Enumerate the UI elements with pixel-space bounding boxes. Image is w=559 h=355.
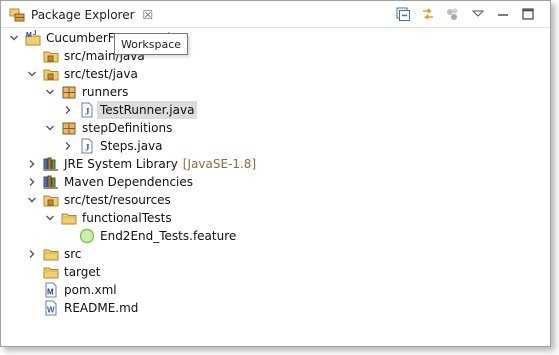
view-title: Package Explorer xyxy=(31,7,135,22)
tree-item-label: functionalTests xyxy=(82,211,172,225)
workspace-tooltip: Workspace xyxy=(114,33,188,55)
svg-text:J: J xyxy=(33,31,36,37)
collapsed-chevron-icon[interactable] xyxy=(25,173,39,191)
view-menu-triangle-icon[interactable] xyxy=(470,6,486,22)
collapsed-chevron-icon[interactable] xyxy=(61,101,75,119)
expanded-chevron-icon[interactable] xyxy=(25,65,39,83)
text-file-icon: W xyxy=(43,300,59,316)
java-file-icon: J xyxy=(79,102,95,118)
feature-file-icon xyxy=(79,228,95,244)
tree-item-testrunner-java[interactable]: J TestRunner.java xyxy=(61,101,198,119)
folder-icon xyxy=(43,264,59,280)
link-with-editor-icon[interactable] xyxy=(420,6,436,22)
tree-item-pom-xml[interactable]: M pom.xml xyxy=(25,281,117,299)
package-explorer-view: Package Explorer ☒ M J CucumberFramework… xyxy=(0,0,551,347)
svg-text:J: J xyxy=(85,107,90,117)
collapsed-chevron-icon[interactable] xyxy=(25,155,39,173)
tree-item-label: README.md xyxy=(64,301,139,315)
tree-item-label: TestRunner.java xyxy=(97,101,198,119)
folder-icon xyxy=(61,210,77,226)
tree-item-maven-dependencies[interactable]: Maven Dependencies xyxy=(25,173,193,191)
tree-item-src-test-java[interactable]: src/test/java xyxy=(25,65,138,83)
tree-item-label: src xyxy=(64,247,82,261)
package-icon xyxy=(61,120,77,136)
tree-item-label: Steps.java xyxy=(100,139,163,153)
collapsed-chevron-icon[interactable] xyxy=(61,137,75,155)
tree-item-src[interactable]: src xyxy=(25,245,82,263)
tree-item-label: stepDefinitions xyxy=(82,121,173,135)
svg-text:M: M xyxy=(47,288,54,297)
tree-item-readme-md[interactable]: W README.md xyxy=(25,299,138,317)
view-toolbar xyxy=(395,5,536,23)
java-file-icon: J xyxy=(79,138,95,154)
maven-project-icon: M J xyxy=(25,30,41,46)
svg-text:W: W xyxy=(47,306,55,315)
tab-package-explorer[interactable]: Package Explorer ☒ xyxy=(3,3,153,26)
package-explorer-icon xyxy=(9,7,25,23)
source-folder-icon xyxy=(43,66,59,82)
tree-item-label: End2End_Tests.feature xyxy=(100,229,237,243)
tree-item-end2end-feature[interactable]: End2End_Tests.feature xyxy=(61,227,236,245)
collapsed-chevron-icon[interactable] xyxy=(25,245,39,263)
tree-item-label: src/test/java xyxy=(64,67,138,81)
expanded-chevron-icon[interactable] xyxy=(25,191,39,209)
tree-item-stepdefinitions[interactable]: stepDefinitions xyxy=(43,119,172,137)
library-icon xyxy=(43,174,59,190)
tree-item-label: runners xyxy=(82,85,129,99)
view-menu-dots-icon[interactable] xyxy=(445,6,461,22)
view-tab-bar: Package Explorer ☒ xyxy=(1,1,550,28)
tree-item-src-test-resources[interactable]: src/test/resources xyxy=(25,191,171,209)
tree-item-functionaltests[interactable]: functionalTests xyxy=(43,209,172,227)
tree-item-label: pom.xml xyxy=(64,283,117,297)
expanded-chevron-icon[interactable] xyxy=(43,83,57,101)
maximize-icon[interactable] xyxy=(520,6,536,22)
expanded-chevron-icon[interactable] xyxy=(43,119,57,137)
svg-text:J: J xyxy=(85,143,90,153)
minimize-icon[interactable] xyxy=(495,6,511,22)
maven-file-icon: M xyxy=(43,282,59,298)
tree-item-label: JRE System Library xyxy=(64,157,178,171)
tree-item-runners[interactable]: runners xyxy=(43,83,128,101)
tree-item-target[interactable]: target xyxy=(25,263,101,281)
library-icon xyxy=(43,156,59,172)
source-folder-icon xyxy=(43,48,59,64)
tree-item-label: target xyxy=(64,265,101,279)
jre-version-decoration: [JavaSE-1.8] xyxy=(182,157,257,171)
close-icon[interactable]: ☒ xyxy=(143,9,154,21)
tree-item-label: Maven Dependencies xyxy=(64,175,194,189)
tree-item-label: src/test/resources xyxy=(64,193,171,207)
expanded-chevron-icon[interactable] xyxy=(7,29,21,47)
tree-item-steps-java[interactable]: J Steps.java xyxy=(61,137,163,155)
svg-text:M: M xyxy=(26,32,32,39)
package-icon xyxy=(61,84,77,100)
expanded-chevron-icon[interactable] xyxy=(43,209,57,227)
source-folder-icon xyxy=(43,192,59,208)
tree-item-jre-system-library[interactable]: JRE System Library [JavaSE-1.8] xyxy=(25,155,256,173)
collapse-all-icon[interactable] xyxy=(395,6,411,22)
folder-icon xyxy=(43,246,59,262)
